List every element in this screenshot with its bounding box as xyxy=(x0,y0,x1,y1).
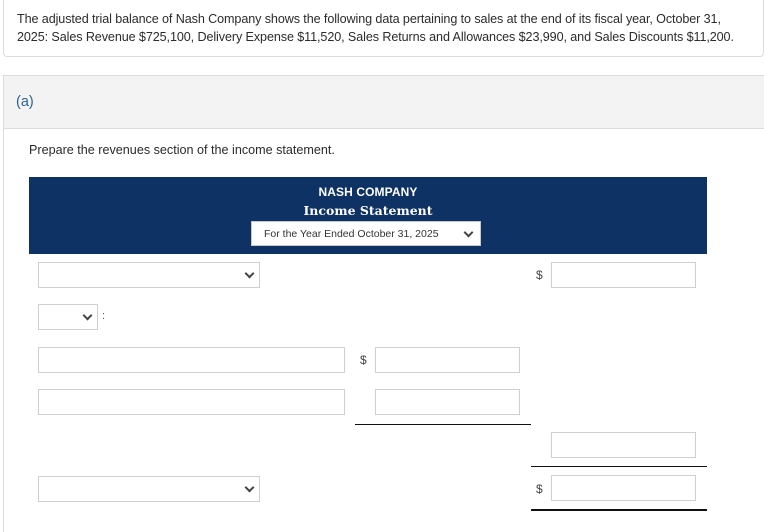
statement-title: Income Statement xyxy=(303,203,433,218)
account-input-row4[interactable] xyxy=(38,389,345,415)
currency-symbol: $ xyxy=(536,268,543,282)
problem-text: The adjusted trial balance of Nash Compa… xyxy=(17,12,734,44)
amount-input-row3-col1[interactable] xyxy=(375,347,520,373)
revenue-account-select-1[interactable] xyxy=(38,262,260,288)
account-input-row3[interactable] xyxy=(38,347,345,373)
currency-symbol: $ xyxy=(536,482,543,496)
double-underline-total xyxy=(531,509,707,511)
subtotal-underline xyxy=(355,424,531,425)
chevron-down-icon xyxy=(244,268,255,279)
label-select-less[interactable] xyxy=(38,304,98,330)
colon: : xyxy=(102,310,106,322)
amount-input-row4-col1[interactable] xyxy=(375,389,520,415)
part-label: (a) xyxy=(16,94,34,110)
period-select[interactable]: For the Year Ended October 31, 2025 xyxy=(251,221,481,246)
currency-symbol: $ xyxy=(360,353,367,367)
part-a-card: (a) Prepare the revenues section of the … xyxy=(3,75,764,532)
chevron-down-icon xyxy=(463,227,474,238)
problem-card: The adjusted trial balance of Nash Compa… xyxy=(3,0,764,57)
revenue-account-select-2[interactable] xyxy=(38,476,260,502)
instruction-text: Prepare the revenues section of the inco… xyxy=(29,143,335,157)
chevron-down-icon xyxy=(244,482,255,493)
amount-input-row6-col2[interactable] xyxy=(551,475,696,501)
amount-input-row5-col2[interactable] xyxy=(551,432,696,458)
part-header: (a) xyxy=(4,76,764,129)
total-underline xyxy=(531,466,707,467)
amount-input-row1-col2[interactable] xyxy=(551,262,696,288)
chevron-down-icon xyxy=(82,310,93,321)
statement-header: NASH COMPANY Income Statement For the Ye… xyxy=(29,177,707,254)
period-select-value: For the Year Ended October 31, 2025 xyxy=(264,228,439,240)
company-name: NASH COMPANY xyxy=(318,185,418,199)
